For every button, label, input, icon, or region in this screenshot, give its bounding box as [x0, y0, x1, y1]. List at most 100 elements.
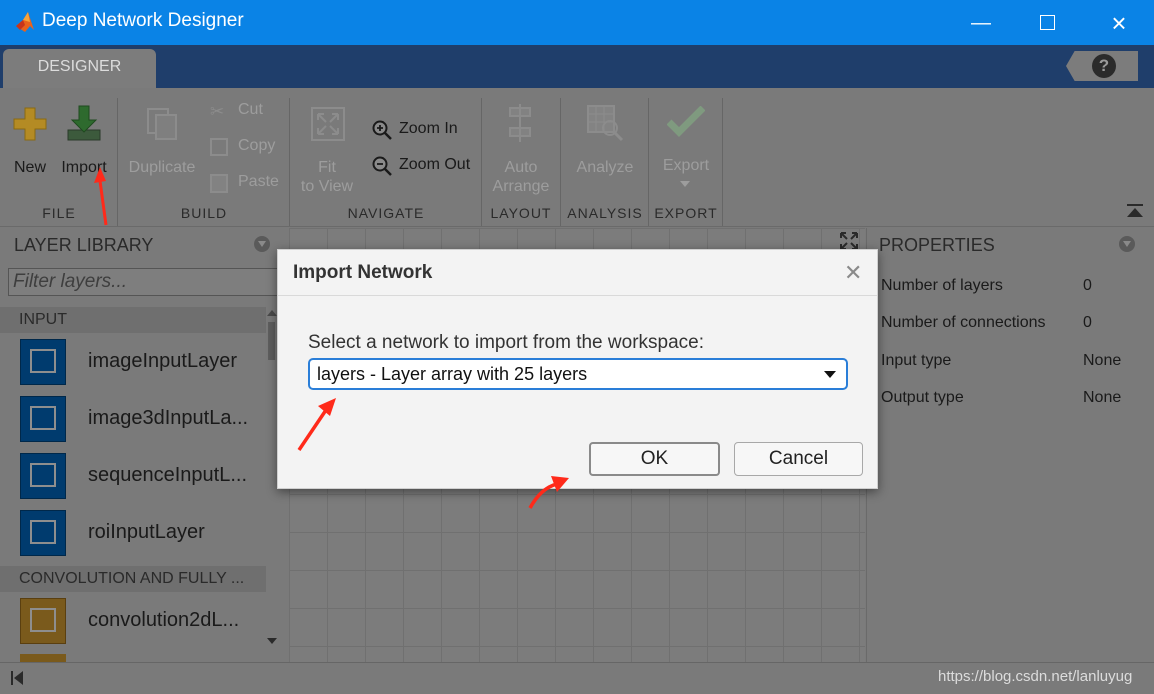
layer-item[interactable]: roiInputLayer [0, 505, 266, 562]
layer-name: sequenceInputL... [88, 464, 248, 486]
prop-label: Number of connections [881, 314, 1046, 331]
collapse-left-icon[interactable] [11, 671, 13, 685]
copy-icon [210, 138, 228, 156]
watermark: https://blog.csdn.net/lanluyug [938, 668, 1133, 685]
dialog-prompt: Select a network to import from the work… [308, 332, 704, 353]
category-convolution[interactable]: CONVOLUTION AND FULLY ... [0, 566, 266, 592]
layer-item[interactable]: convolution2dL... [0, 593, 266, 650]
zoom-out-button[interactable]: Zoom Out [399, 156, 470, 174]
export-button[interactable]: Export [652, 156, 720, 175]
toolstrip: New Import FILE Duplicate ✂ Cut Copy Pas… [0, 88, 1154, 227]
properties-title: PROPERTIES [879, 235, 995, 255]
tab-designer[interactable]: DESIGNER [3, 49, 156, 88]
dialog-title: Import Network [293, 262, 433, 283]
prop-value: 0 [1083, 277, 1092, 294]
fit-to-view-icon [311, 107, 345, 141]
prop-value: None [1083, 352, 1122, 369]
prop-label: Output type [881, 389, 964, 406]
window-title-bar: Deep Network Designer — × [0, 0, 1154, 45]
auto-arrange-icon [509, 104, 531, 142]
maximize-button[interactable] [1024, 8, 1070, 38]
auto-arrange-button[interactable]: Auto Arrange [484, 158, 558, 196]
new-button[interactable]: New [2, 158, 58, 177]
window-title: Deep Network Designer [42, 10, 244, 31]
cancel-button[interactable]: Cancel [734, 442, 863, 476]
zoom-out-icon [372, 156, 392, 176]
section-analysis-label: ANALYSIS [567, 205, 643, 221]
layer-icon [20, 396, 66, 442]
cut-button[interactable]: Cut [238, 101, 263, 119]
layer-name: convolution2dL... [88, 609, 240, 631]
filter-layers-input[interactable]: Filter layers... [8, 268, 286, 296]
paste-button[interactable]: Paste [238, 173, 279, 191]
section-layout-label: LAYOUT [490, 205, 552, 221]
prop-label: Number of layers [881, 277, 1003, 294]
close-icon: × [1111, 8, 1127, 38]
maximize-icon [1039, 15, 1055, 30]
copy-button[interactable]: Copy [238, 137, 275, 155]
network-select-value: layers - Layer array with 25 layers [317, 364, 588, 384]
section-navigate-label: NAVIGATE [347, 205, 425, 221]
tab-strip: DESIGNER ? [0, 45, 1154, 88]
scroll-thumb[interactable] [268, 322, 275, 360]
collapse-left-arrow [14, 671, 23, 685]
paste-icon [210, 174, 228, 193]
layer-item[interactable]: sequenceInputL... [0, 448, 266, 505]
zoom-in-button[interactable]: Zoom In [399, 120, 458, 138]
layer-icon [20, 598, 66, 644]
layer-item[interactable]: image3dInputLa... [0, 391, 266, 448]
duplicate-icon [147, 108, 177, 140]
expand-canvas-icon[interactable] [839, 231, 859, 251]
prop-value: None [1083, 389, 1122, 406]
import-network-dialog: Import Network ✕ Select a network to imp… [277, 249, 878, 489]
import-arrow-icon [67, 105, 101, 141]
export-dropdown-icon [680, 181, 690, 187]
prop-value: 0 [1083, 314, 1092, 331]
analyze-icon [587, 105, 624, 142]
section-build-label: BUILD [180, 205, 228, 221]
layer-icon [20, 654, 66, 662]
layer-name: roiInputLayer [88, 521, 205, 543]
cut-icon: ✂ [210, 102, 225, 121]
layer-name: image3dInputLa... [88, 407, 249, 429]
layer-library-title: LAYER LIBRARY [14, 235, 154, 255]
scroll-up-icon[interactable] [267, 310, 277, 316]
annotation-arrow-icon [297, 398, 336, 451]
properties-panel: PROPERTIES Number of layers 0 Number of … [866, 228, 1154, 662]
annotation-arrow-icon [528, 476, 569, 509]
minimize-icon: — [971, 12, 991, 34]
zoom-in-icon [372, 120, 392, 140]
category-input[interactable]: INPUT [0, 307, 266, 333]
help-icon: ? [1092, 54, 1116, 78]
help-button[interactable]: ? [1066, 51, 1138, 81]
layer-name: imageInputLayer [88, 350, 237, 372]
layer-library-panel: LAYER LIBRARY Filter layers... INPUT ima… [0, 228, 288, 662]
section-export-label: EXPORT [654, 205, 718, 221]
fit-to-view-button[interactable]: Fit to View [296, 158, 358, 196]
layer-icon [20, 453, 66, 499]
network-select[interactable]: layers - Layer array with 25 layers [308, 358, 848, 390]
fit-label-line2: to View [300, 178, 354, 195]
collapse-toolstrip-arrow [1127, 208, 1143, 217]
scroll-down-icon[interactable] [267, 638, 277, 644]
annotation-arrow-icon [94, 167, 108, 226]
minimize-button[interactable]: — [958, 8, 1004, 38]
layer-icon [20, 339, 66, 385]
close-button[interactable]: × [1096, 8, 1142, 38]
layer-item[interactable]: imageInputLayer [0, 334, 266, 391]
auto-arrange-line1: Auto [504, 159, 538, 176]
export-check-icon [667, 106, 705, 137]
collapse-toolstrip-icon[interactable] [1127, 204, 1143, 206]
layer-icon [20, 510, 66, 556]
collapse-icon[interactable] [254, 236, 270, 252]
ok-button[interactable]: OK [589, 442, 720, 476]
close-icon[interactable]: ✕ [844, 260, 862, 286]
prop-label: Input type [881, 352, 952, 369]
matlab-logo-icon [16, 12, 34, 32]
duplicate-button[interactable]: Duplicate [120, 158, 204, 177]
analyze-button[interactable]: Analyze [562, 158, 648, 177]
collapse-icon[interactable] [1119, 236, 1135, 252]
chevron-down-icon [824, 371, 836, 378]
dialog-divider [278, 295, 877, 296]
new-plus-icon [13, 107, 47, 141]
